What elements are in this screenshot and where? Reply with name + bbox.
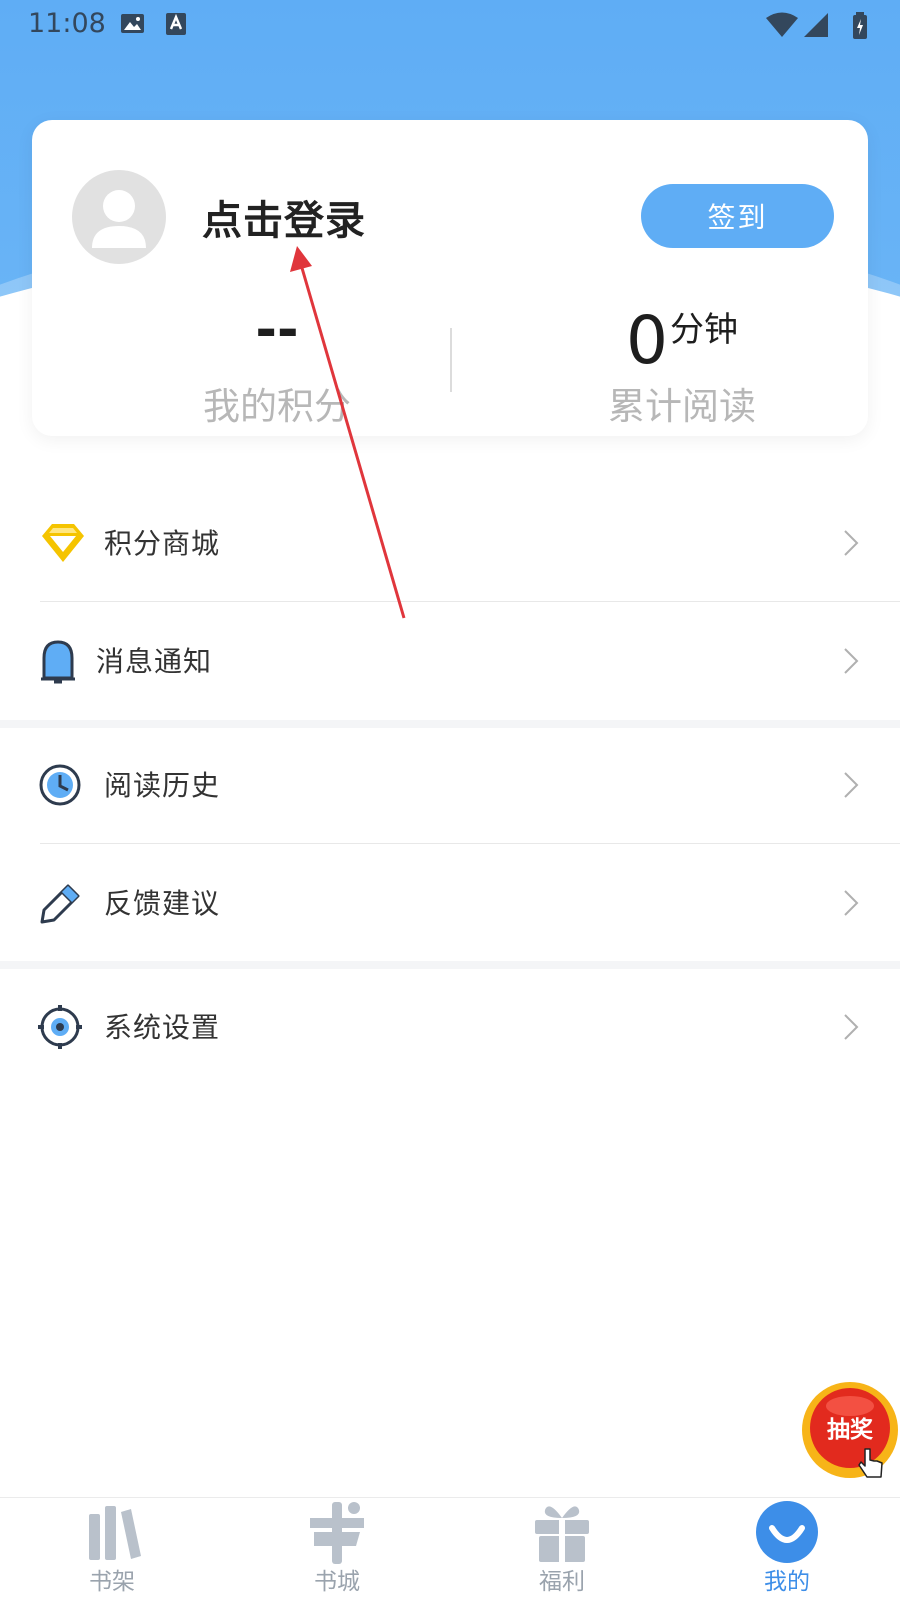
gift-icon: [535, 1506, 589, 1562]
clock-icon: [39, 764, 81, 806]
menu-label-reading-history: 阅读历史: [104, 769, 221, 802]
chevron-right-icon: [844, 530, 859, 556]
pencil-icon: [40, 884, 80, 924]
reading-value-wrap: 0分钟: [532, 290, 832, 379]
menu-item-feedback[interactable]: 反馈建议: [0, 844, 900, 962]
wifi-icon: [766, 12, 798, 37]
menu-label-notifications: 消息通知: [96, 645, 213, 678]
tab-bookshelf[interactable]: 书架: [12, 1498, 212, 1601]
bookshelf-icon: [89, 1506, 141, 1560]
tab-label-bookstore: 书城: [314, 1569, 360, 1595]
status-time: 11:08: [28, 8, 106, 39]
profile-card: 点击登录 签到 -- 我的积分 0分钟 累计阅读: [32, 120, 868, 436]
menu-item-settings[interactable]: 系统设置: [0, 968, 900, 1086]
battery-icon: [853, 12, 867, 39]
tab-mine[interactable]: 我的: [687, 1498, 887, 1601]
tab-bookstore[interactable]: 书城: [237, 1498, 437, 1601]
points-label: 我的积分: [203, 385, 351, 428]
lottery-label: 抽奖: [827, 1417, 873, 1443]
bookstore-icon: [310, 1502, 364, 1564]
checkin-button[interactable]: 签到: [641, 184, 834, 248]
chevron-right-icon: [844, 890, 859, 916]
login-link[interactable]: 点击登录: [202, 188, 366, 246]
chevron-right-icon: [844, 648, 859, 674]
menu-label-points-mall: 积分商城: [104, 527, 221, 560]
lottery-float-button[interactable]: 抽奖: [800, 1380, 900, 1480]
status-bar: 11:08: [0, 0, 900, 50]
tab-welfare[interactable]: 福利: [462, 1498, 662, 1601]
reading-value: 0: [626, 302, 668, 379]
profile-icon: [756, 1501, 818, 1563]
points-value: --: [255, 300, 299, 360]
signal-icon: [804, 13, 828, 37]
menu-item-notifications[interactable]: 消息通知: [0, 602, 900, 720]
chevron-right-icon: [844, 772, 859, 798]
image-notification-icon: [121, 14, 144, 33]
menu-item-reading-history[interactable]: 阅读历史: [0, 726, 900, 844]
chevron-right-icon: [844, 1014, 859, 1040]
hand-pointer-icon: [858, 1448, 883, 1478]
tab-label-welfare: 福利: [539, 1569, 585, 1595]
reading-stat[interactable]: 0分钟 累计阅读: [532, 290, 832, 430]
stats-divider: [450, 328, 452, 392]
bottom-tab-bar: 书架 书城 福利 我的: [0, 1497, 900, 1601]
avatar[interactable]: [72, 170, 166, 264]
tab-label-mine: 我的: [764, 1569, 810, 1595]
reading-unit: 分钟: [670, 310, 738, 350]
menu-label-feedback: 反馈建议: [104, 887, 221, 920]
text-notification-icon: [166, 13, 186, 35]
menu-label-settings: 系统设置: [104, 1011, 221, 1044]
points-stat[interactable]: -- 我的积分: [127, 290, 427, 430]
reading-label: 累计阅读: [608, 385, 756, 428]
bell-icon: [41, 640, 75, 684]
diamond-icon: [42, 524, 84, 562]
settings-icon: [38, 1005, 82, 1049]
tab-label-bookshelf: 书架: [89, 1569, 135, 1595]
menu-item-points-mall[interactable]: 积分商城: [0, 484, 900, 602]
user-placeholder-icon: [92, 190, 146, 248]
